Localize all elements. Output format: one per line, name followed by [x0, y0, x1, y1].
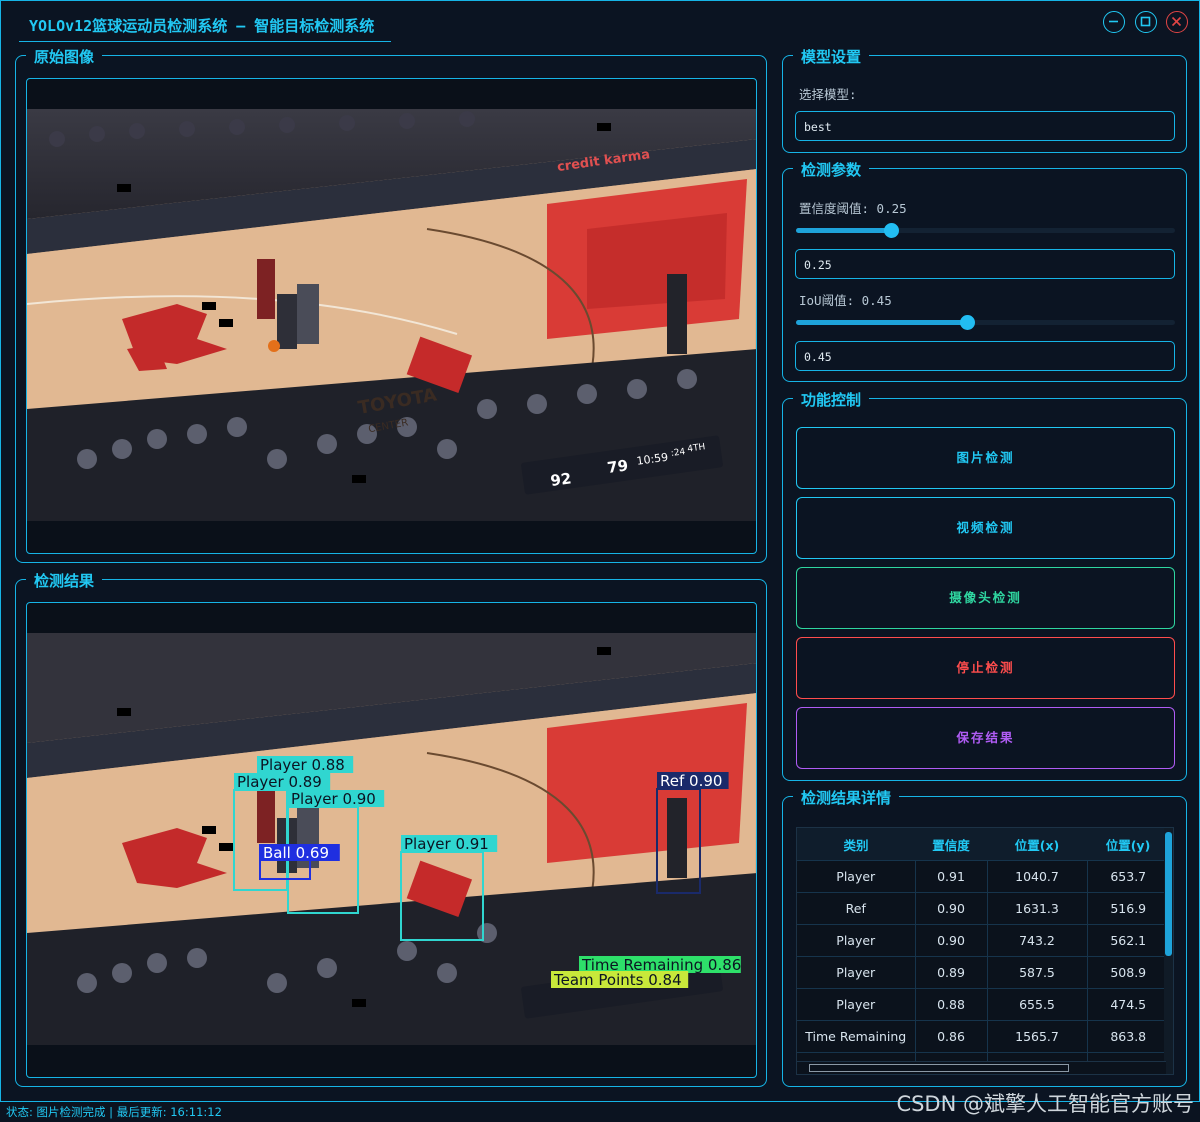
table-row[interactable]: Time Remaining 0.86 1565.7 863.8: [797, 1020, 1169, 1053]
cell-y: 508.9: [1087, 956, 1169, 989]
iou-slider-fill: [796, 320, 971, 325]
table-horizontal-scrollbar[interactable]: [797, 1061, 1166, 1074]
cell-y: 562.1: [1087, 924, 1169, 957]
col-header-y[interactable]: 位置(y): [1087, 828, 1169, 861]
title-tab: YOLOv12篮球运动员检测系统 – 智能目标检测系统: [19, 7, 391, 42]
detection-table[interactable]: 类别 置信度 位置(x) 位置(y) Player 0.91 1040.7 653.7…: [796, 827, 1174, 1075]
minimize-icon: [1109, 20, 1118, 23]
cell-class: Player: [797, 924, 916, 957]
model-settings-group: 模型设置 选择模型: best: [782, 46, 1187, 153]
maximize-button[interactable]: [1135, 11, 1157, 33]
conf-slider-fill: [796, 228, 895, 233]
conf-value-field[interactable]: 0.25: [795, 249, 1175, 279]
detection-label: Player 0.88: [260, 756, 345, 774]
detection-label: Player 0.91: [404, 835, 489, 853]
detection-params-group: 检测参数 置信度阈值: 0.25 0.25 IoU阈值: 0.45 0.45: [782, 159, 1187, 382]
cell-y: 474.5: [1087, 988, 1169, 1021]
table-header-row: 类别 置信度 位置(x) 位置(y): [797, 828, 1169, 861]
cell-x: 655.5: [987, 988, 1088, 1021]
conf-slider-handle[interactable]: [883, 223, 899, 238]
iou-threshold-label: IoU阈值: 0.45: [799, 293, 892, 308]
function-control-title: 功能控制: [793, 389, 870, 410]
table-row[interactable]: Player 0.91 1040.7 653.7: [797, 860, 1169, 893]
cell-y: 516.9: [1087, 892, 1169, 925]
score-left: 92: [549, 469, 572, 490]
col-header-x[interactable]: 位置(x): [987, 828, 1087, 861]
cell-confidence: 0.90: [915, 924, 988, 957]
cell-confidence: 0.90: [915, 892, 988, 925]
stop-detect-button[interactable]: 停止检测: [796, 637, 1175, 699]
function-control-group: 功能控制 图片检测 视频检测 摄像头检测 停止检测 保存结果: [782, 389, 1187, 781]
cell-x: 743.2: [987, 924, 1088, 957]
model-select[interactable]: best: [795, 111, 1175, 141]
score-right: 79: [606, 456, 629, 477]
cell-class: Player: [797, 988, 916, 1021]
cell-x: 1040.7: [987, 860, 1088, 893]
iou-slider[interactable]: [796, 315, 1175, 330]
cell-y: 653.7: [1087, 860, 1169, 893]
detection-result-group: 检测结果 Player 0.88 Player 0.89 Player 0.90…: [15, 570, 767, 1087]
iou-value-field[interactable]: 0.45: [795, 341, 1175, 371]
detection-label: Ball 0.69: [263, 844, 329, 862]
table-row[interactable]: Player 0.90 743.2 562.1: [797, 924, 1169, 957]
cell-y: 863.8: [1087, 1020, 1169, 1053]
detection-label: Player 0.89: [237, 773, 322, 791]
cell-class: Player: [797, 956, 916, 989]
conf-threshold-label: 置信度阈值: 0.25: [799, 201, 907, 216]
table-row[interactable]: Ref 0.90 1631.3 516.9: [797, 892, 1169, 925]
cell-confidence: 0.86: [915, 1020, 988, 1053]
col-header-class[interactable]: 类别: [797, 828, 915, 861]
original-image-frame: 92 79 10:59 :24 4TH credit karma TOYOTA …: [26, 78, 757, 554]
result-image: Player 0.88Player 0.89Player 0.90 Ball 0.…: [27, 633, 756, 1045]
model-select-label: 选择模型:: [799, 87, 857, 102]
cell-confidence: 0.89: [915, 956, 988, 989]
original-image-title: 原始图像: [26, 46, 103, 67]
image-detect-button[interactable]: 图片检测: [796, 427, 1175, 489]
close-icon: [1171, 16, 1182, 27]
vertical-scroll-thumb[interactable]: [1165, 832, 1172, 956]
cell-class: Ref: [797, 892, 916, 925]
main-window: YOLOv12篮球运动员检测系统 – 智能目标检测系统 原始图像 92 79 1…: [0, 0, 1200, 1102]
close-button[interactable]: [1166, 11, 1188, 33]
detection-label: Team Points 0.84: [553, 971, 682, 989]
detection-details-title: 检测结果详情: [793, 787, 900, 808]
minimize-button[interactable]: [1103, 11, 1125, 33]
iou-slider-handle[interactable]: [959, 315, 975, 330]
cell-x: 587.5: [987, 956, 1088, 989]
model-settings-title: 模型设置: [793, 46, 870, 67]
watermark: CSDN @斌擎人工智能官方账号: [896, 1092, 1194, 1116]
cell-confidence: 0.88: [915, 988, 988, 1021]
table-row[interactable]: Player 0.88 655.5 474.5: [797, 988, 1169, 1021]
detection-result-title: 检测结果: [26, 570, 103, 591]
original-image-group: 原始图像 92 79 10:59:24 4TH credit karma TO…: [15, 46, 767, 563]
title-bar: YOLOv12篮球运动员检测系统 – 智能目标检测系统: [1, 1, 1199, 42]
table-row[interactable]: Player 0.89 587.5 508.9: [797, 956, 1169, 989]
detection-details-group: 检测结果详情 类别 置信度 位置(x) 位置(y) Player 0.91 1040…: [782, 787, 1187, 1087]
window-title: YOLOv12篮球运动员检测系统 – 智能目标检测系统: [29, 17, 375, 35]
detection-label: Ref 0.90: [660, 772, 722, 790]
status-bar: 状态: 图片检测完成 | 最后更新: 16:11:12: [6, 1105, 222, 1119]
horizontal-scroll-thumb[interactable]: [809, 1064, 1069, 1072]
detection-label: Player 0.90: [291, 790, 376, 808]
table-vertical-scrollbar[interactable]: [1164, 828, 1173, 1074]
original-image: 92 79 10:59 :24 4TH credit karma TOYOTA …: [27, 109, 756, 521]
camera-detect-button[interactable]: 摄像头检测: [796, 567, 1175, 629]
cell-class: Player: [797, 860, 916, 893]
cell-class: Time Remaining: [797, 1020, 916, 1053]
video-detect-button[interactable]: 视频检测: [796, 497, 1175, 559]
cell-confidence: 0.91: [915, 860, 988, 893]
detection-params-title: 检测参数: [793, 159, 870, 180]
cell-x: 1565.7: [987, 1020, 1088, 1053]
save-result-button[interactable]: 保存结果: [796, 707, 1175, 769]
col-header-confidence[interactable]: 置信度: [915, 828, 987, 861]
basketball: [268, 340, 280, 352]
shot-clock: :24: [670, 447, 686, 459]
cell-x: 1631.3: [987, 892, 1088, 925]
conf-slider[interactable]: [796, 223, 1175, 238]
result-image-frame: Player 0.88 Player 0.89 Player 0.90 Ball 0.…: [26, 602, 757, 1078]
maximize-icon: [1140, 16, 1151, 27]
